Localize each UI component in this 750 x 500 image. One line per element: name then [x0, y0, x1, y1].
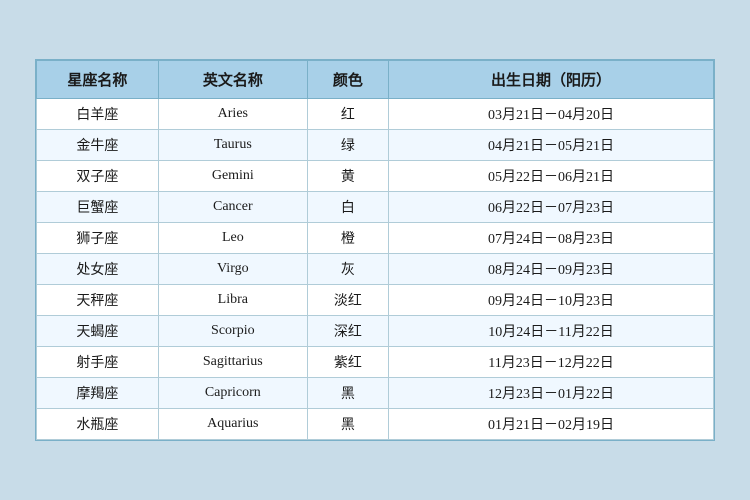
cell-english: Cancer: [158, 192, 307, 223]
cell-date: 04月21日－05月21日: [389, 130, 714, 161]
cell-color: 绿: [307, 130, 388, 161]
cell-date: 06月22日－07月23日: [389, 192, 714, 223]
cell-english: Virgo: [158, 254, 307, 285]
cell-english: Sagittarius: [158, 347, 307, 378]
cell-english: Gemini: [158, 161, 307, 192]
table-row: 天秤座Libra淡红09月24日－10月23日: [37, 285, 714, 316]
cell-color: 紫红: [307, 347, 388, 378]
cell-date: 03月21日－04月20日: [389, 99, 714, 130]
cell-chinese: 巨蟹座: [37, 192, 159, 223]
table-row: 金牛座Taurus绿04月21日－05月21日: [37, 130, 714, 161]
header-english: 英文名称: [158, 61, 307, 99]
cell-chinese: 天秤座: [37, 285, 159, 316]
cell-english: Leo: [158, 223, 307, 254]
cell-english: Scorpio: [158, 316, 307, 347]
table-row: 巨蟹座Cancer白06月22日－07月23日: [37, 192, 714, 223]
table-row: 双子座Gemini黄05月22日－06月21日: [37, 161, 714, 192]
cell-color: 橙: [307, 223, 388, 254]
cell-chinese: 处女座: [37, 254, 159, 285]
cell-english: Aries: [158, 99, 307, 130]
cell-chinese: 金牛座: [37, 130, 159, 161]
cell-date: 08月24日－09月23日: [389, 254, 714, 285]
cell-color: 黑: [307, 378, 388, 409]
cell-color: 淡红: [307, 285, 388, 316]
cell-color: 黑: [307, 409, 388, 440]
cell-color: 灰: [307, 254, 388, 285]
cell-color: 深红: [307, 316, 388, 347]
cell-english: Taurus: [158, 130, 307, 161]
zodiac-table: 星座名称 英文名称 颜色 出生日期（阳历） 白羊座Aries红03月21日－04…: [36, 60, 714, 440]
cell-english: Libra: [158, 285, 307, 316]
cell-date: 11月23日－12月22日: [389, 347, 714, 378]
cell-english: Capricorn: [158, 378, 307, 409]
table-row: 狮子座Leo橙07月24日－08月23日: [37, 223, 714, 254]
table-row: 白羊座Aries红03月21日－04月20日: [37, 99, 714, 130]
cell-color: 白: [307, 192, 388, 223]
cell-color: 红: [307, 99, 388, 130]
header-date: 出生日期（阳历）: [389, 61, 714, 99]
cell-chinese: 狮子座: [37, 223, 159, 254]
cell-date: 01月21日－02月19日: [389, 409, 714, 440]
table-row: 天蝎座Scorpio深红10月24日－11月22日: [37, 316, 714, 347]
cell-date: 10月24日－11月22日: [389, 316, 714, 347]
header-chinese: 星座名称: [37, 61, 159, 99]
table-body: 白羊座Aries红03月21日－04月20日金牛座Taurus绿04月21日－0…: [37, 99, 714, 440]
cell-date: 12月23日－01月22日: [389, 378, 714, 409]
cell-english: Aquarius: [158, 409, 307, 440]
cell-date: 09月24日－10月23日: [389, 285, 714, 316]
table-row: 处女座Virgo灰08月24日－09月23日: [37, 254, 714, 285]
cell-chinese: 水瓶座: [37, 409, 159, 440]
cell-chinese: 射手座: [37, 347, 159, 378]
zodiac-table-container: 星座名称 英文名称 颜色 出生日期（阳历） 白羊座Aries红03月21日－04…: [35, 59, 715, 441]
cell-chinese: 摩羯座: [37, 378, 159, 409]
cell-color: 黄: [307, 161, 388, 192]
cell-date: 07月24日－08月23日: [389, 223, 714, 254]
table-row: 摩羯座Capricorn黑12月23日－01月22日: [37, 378, 714, 409]
header-color: 颜色: [307, 61, 388, 99]
table-row: 水瓶座Aquarius黑01月21日－02月19日: [37, 409, 714, 440]
table-header-row: 星座名称 英文名称 颜色 出生日期（阳历）: [37, 61, 714, 99]
cell-chinese: 双子座: [37, 161, 159, 192]
table-row: 射手座Sagittarius紫红11月23日－12月22日: [37, 347, 714, 378]
cell-chinese: 天蝎座: [37, 316, 159, 347]
cell-chinese: 白羊座: [37, 99, 159, 130]
cell-date: 05月22日－06月21日: [389, 161, 714, 192]
